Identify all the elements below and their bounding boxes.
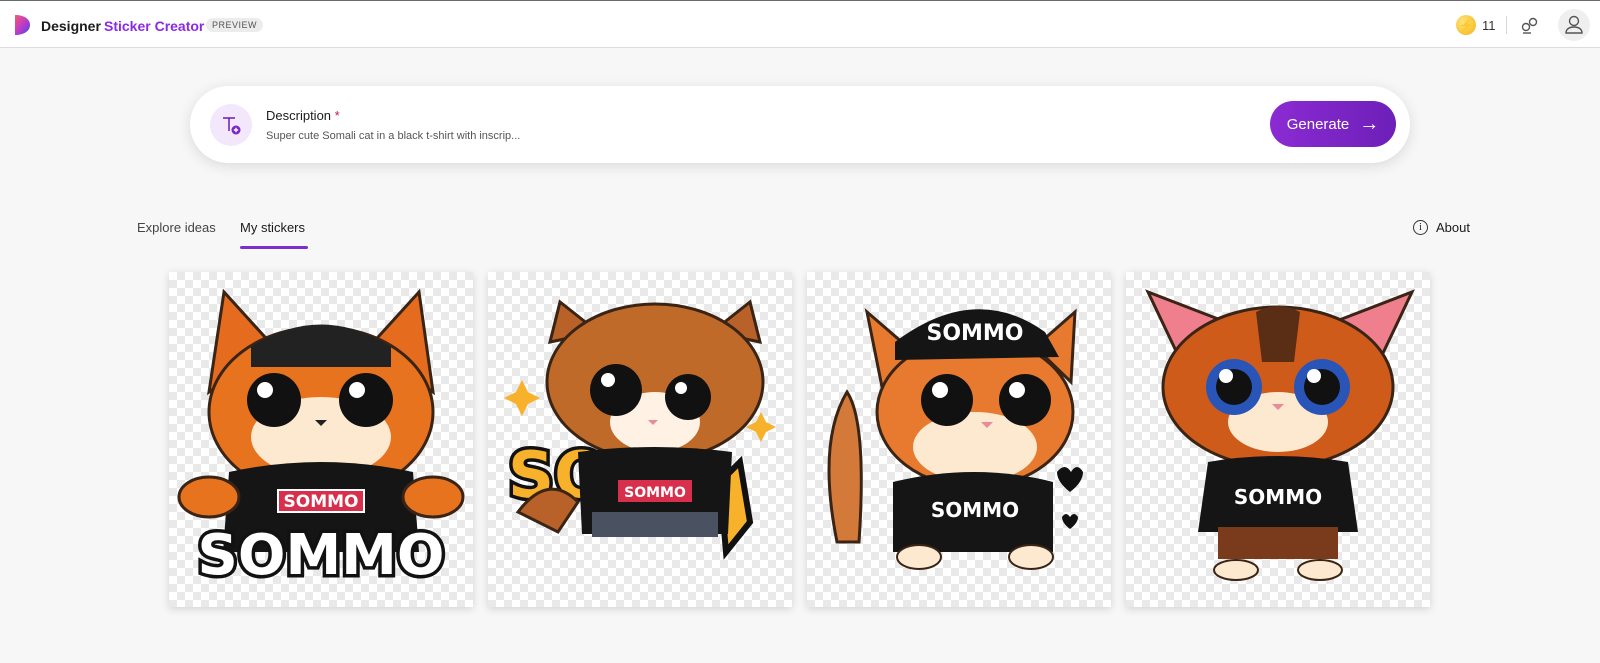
sticker-image: SOMMO SOMMO (827, 308, 1083, 570)
description-prompt[interactable]: Description * Super cute Somali cat in a… (190, 86, 1410, 163)
required-mark: * (334, 108, 340, 123)
app-name[interactable]: Sticker Creator (104, 18, 204, 34)
shirt-text: SOMMO (931, 498, 1019, 522)
profile-button[interactable] (1558, 9, 1590, 41)
brand-name[interactable]: Designer (41, 18, 101, 34)
description-input[interactable]: Super cute Somali cat in a black t-shirt… (266, 130, 520, 142)
about-label: About (1436, 220, 1470, 235)
generate-button[interactable]: Generate → (1270, 101, 1396, 147)
sticker-image: SOMMO SOMMO (177, 288, 465, 592)
description-label-text: Description (266, 108, 332, 123)
shirt-text: SOMMO (284, 492, 359, 512)
generate-label: Generate (1286, 115, 1350, 133)
active-tab-indicator (240, 246, 308, 249)
sticker-card[interactable]: SO SOMMO (488, 272, 792, 607)
arrow-right-icon: → (1359, 112, 1380, 135)
sticker-image: SO SOMMO (504, 299, 776, 560)
sticker-card[interactable]: SOMMO SOMMO (807, 272, 1111, 607)
description-label: Description * (266, 108, 340, 123)
sticker-card[interactable]: SOMMO (1126, 272, 1430, 607)
sticker-big-text: SOMMO (198, 523, 445, 588)
sticker-card[interactable]: SOMMO SOMMO (169, 272, 473, 607)
designer-logo-icon[interactable] (12, 14, 32, 36)
shirt-text: SOMMO (624, 485, 686, 501)
about-button[interactable]: i About (1413, 220, 1470, 235)
share-icon[interactable] (1518, 13, 1542, 37)
boost-coins[interactable]: ⚡ 11 (1456, 15, 1496, 35)
shirt-text: SOMMO (1234, 485, 1322, 509)
info-icon: i (1413, 220, 1428, 235)
tab-my-stickers[interactable]: My stickers (240, 220, 305, 235)
coin-count: 11 (1482, 17, 1496, 33)
tab-explore-ideas[interactable]: Explore ideas (137, 220, 216, 235)
top-bar: Designer Sticker Creator PREVIEW ⚡ 11 (0, 0, 1600, 48)
cap-text: SOMMO (926, 321, 1023, 346)
boost-coin-icon: ⚡ (1456, 15, 1476, 35)
text-add-icon (210, 104, 252, 146)
person-icon (1565, 15, 1583, 34)
preview-badge: PREVIEW (206, 18, 264, 32)
sticker-image: SOMMO (1145, 289, 1415, 581)
header-divider (1506, 16, 1507, 34)
